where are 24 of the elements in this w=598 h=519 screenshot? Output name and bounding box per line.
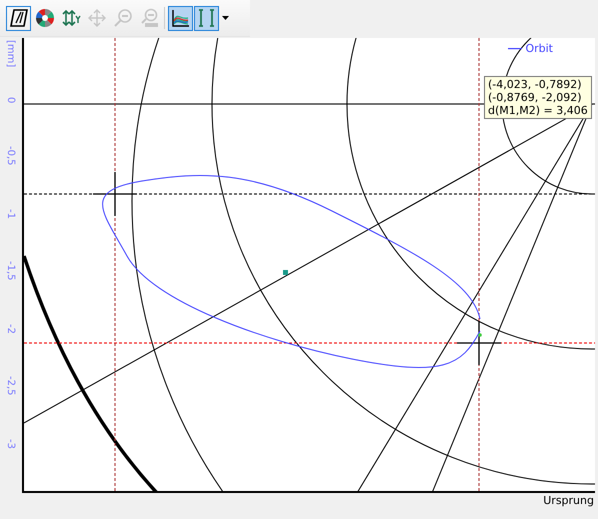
tooltip-line: (-4,023, -0,7892)	[488, 78, 582, 91]
legend-label: Orbit	[525, 42, 553, 55]
diagonal-arrows-icon	[8, 8, 28, 28]
tooltip-line: d(M1,M2) = 3,406	[488, 104, 588, 117]
tick-label: -2,5	[5, 376, 16, 396]
color-wheel-icon	[34, 8, 54, 28]
tick-label: -1,5	[5, 260, 16, 280]
vertical-arrows-icon	[60, 8, 80, 28]
axis-unit: [mm]	[5, 40, 16, 68]
tick-label: 0	[5, 97, 16, 104]
move-icon	[86, 8, 106, 28]
tick-label: -1	[5, 209, 16, 219]
cursor-lines-icon	[196, 8, 216, 28]
line-chart-icon	[170, 8, 190, 28]
toolbar-button[interactable]	[6, 6, 31, 30]
zoom-all-icon	[138, 8, 158, 28]
zoom-out-icon	[112, 8, 132, 28]
tick-label: -3	[5, 439, 16, 449]
tooltip-line: (-0,8769, -2,092)	[488, 91, 582, 104]
caret-icon	[222, 16, 228, 20]
tick-label: -0,5	[5, 146, 16, 166]
x-axis-label: Ursprung	[543, 494, 594, 507]
toolbar-button[interactable]	[168, 6, 193, 30]
tick-label: -2	[5, 324, 16, 334]
